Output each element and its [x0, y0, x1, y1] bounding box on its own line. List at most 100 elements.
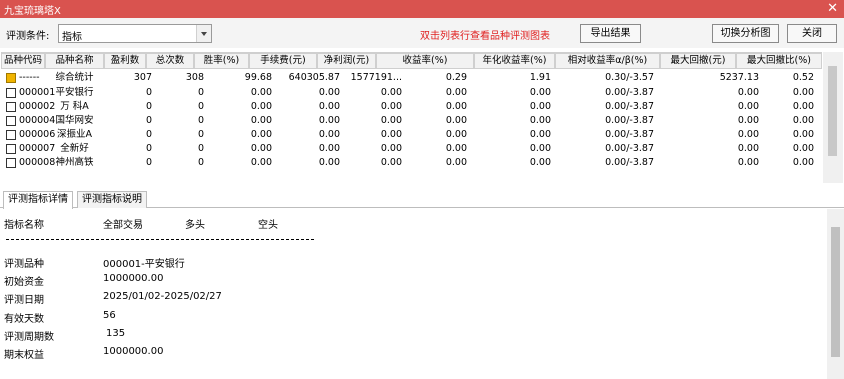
cell-name: 深振业A	[57, 129, 92, 140]
cell-annual: 0.00	[529, 129, 551, 140]
detail-label: 评测日期	[4, 295, 44, 306]
checkbox-icon[interactable]	[6, 130, 16, 140]
cell-relative: 0.00/-3.87	[605, 87, 654, 98]
cell-name: 国华网安	[55, 115, 94, 126]
condition-select[interactable]: 指标	[58, 24, 212, 43]
cell-return: 0.00	[445, 101, 467, 112]
cell-return: 0.00	[445, 87, 467, 98]
hint-text: 双击列表行查看品种评测图表	[420, 31, 550, 42]
cell-return: 0.29	[445, 72, 467, 83]
detail-header-short: 空头	[258, 220, 278, 231]
detail-value: 2025/01/02-2025/02/27	[103, 291, 222, 302]
cell-annual: 0.00	[529, 101, 551, 112]
condition-label: 评测条件:	[6, 31, 50, 42]
col-header[interactable]: 年化收益率(%)	[474, 53, 555, 69]
col-header[interactable]: 盈利数	[104, 53, 146, 69]
export-button[interactable]: 导出结果	[580, 24, 641, 43]
detail-value: 135	[106, 328, 126, 339]
tab-metric-description[interactable]: 评测指标说明	[77, 191, 147, 208]
cell-annual: 0.00	[529, 143, 551, 154]
table-row[interactable]: 000004 国华网安 0 0 0.00 0.00 0.00 0.00 0.00…	[1, 114, 822, 128]
cell-relative: 0.00/-3.87	[605, 157, 654, 168]
checkbox-icon[interactable]	[6, 116, 16, 126]
checkbox-icon[interactable]	[6, 144, 16, 154]
col-header[interactable]: 总次数	[146, 53, 194, 69]
detail-scrollbar-thumb[interactable]	[831, 227, 840, 357]
col-header[interactable]: 最大回撤比(%)	[736, 53, 822, 69]
checkbox-icon[interactable]	[6, 102, 16, 112]
detail-value: 56	[103, 310, 116, 321]
chevron-down-icon[interactable]	[196, 25, 211, 42]
cell-annual: 0.00	[529, 115, 551, 126]
table-row[interactable]: 000007 全新好 0 0 0.00 0.00 0.00 0.00 0.00 …	[1, 142, 822, 156]
cell-relative: 0.00/-3.87	[605, 101, 654, 112]
cell-maxddr: 0.00	[792, 143, 814, 154]
cell-name: 神州高铁	[55, 157, 94, 168]
cell-name: 综合统计	[55, 72, 94, 83]
detail-header-long: 多头	[185, 220, 205, 231]
table-scrollbar[interactable]	[823, 52, 843, 183]
title-bar: 九宝琉璃塔X ✕	[0, 0, 844, 18]
cell-name: 全新好	[60, 143, 89, 154]
cell-relative: 0.00/-3.87	[605, 129, 654, 140]
table-row[interactable]: 000006 深振业A 0 0 0.00 0.00 0.00 0.00 0.00…	[1, 128, 822, 142]
cell-relative: 0.30/-3.57	[605, 72, 654, 83]
table-row[interactable]: 000008 神州高铁 0 0 0.00 0.00 0.00 0.00 0.00…	[1, 156, 822, 170]
detail-label: 评测品种	[4, 259, 44, 270]
detail-label: 期末权益	[4, 350, 44, 361]
table-scrollbar-thumb[interactable]	[828, 66, 837, 156]
cell-relative: 0.00/-3.87	[605, 115, 654, 126]
checkbox-icon[interactable]	[6, 158, 16, 168]
detail-label: 评测周期数	[4, 332, 54, 343]
cell-maxddr: 0.00	[792, 129, 814, 140]
col-header[interactable]: 最大回撤(元)	[660, 53, 736, 69]
col-header[interactable]: 净利润(元)	[317, 53, 376, 69]
cell-relative: 0.00/-3.87	[605, 143, 654, 154]
detail-value: 1000000.00	[103, 273, 164, 284]
table-header: 品种代码 品种名称 盈利数 总次数 胜率(%) 手续费(元) 净利润(元) 收益…	[1, 53, 822, 69]
cell-name: 平安银行	[55, 87, 94, 98]
col-header[interactable]: 品种名称	[45, 53, 104, 69]
condition-select-value: 指标	[62, 32, 82, 43]
col-header[interactable]: 收益率(%)	[376, 53, 474, 69]
detail-label: 有效天数	[4, 314, 44, 325]
tab-metric-details[interactable]: 评测指标详情	[3, 191, 73, 209]
detail-value: 000001-平安银行	[103, 259, 185, 270]
detail-divider	[6, 239, 314, 240]
cell-maxddr: 0.00	[792, 101, 814, 112]
detail-tabs: 评测指标详情 评测指标说明	[0, 190, 844, 209]
detail-header-metric: 指标名称	[4, 220, 44, 231]
table-row[interactable]: 000002 万 科A 0 0 0.00 0.00 0.00 0.00 0.00…	[1, 100, 822, 114]
col-header[interactable]: 相对收益率α/β(%)	[555, 53, 660, 69]
detail-scrollbar[interactable]	[827, 209, 844, 379]
cell-annual: 0.00	[529, 87, 551, 98]
detail-value: 1000000.00	[103, 346, 164, 357]
close-button[interactable]: 关闭	[787, 24, 837, 43]
cell-code: ------	[19, 72, 40, 83]
summary-icon	[6, 73, 16, 83]
results-table: 品种代码 品种名称 盈利数 总次数 胜率(%) 手续费(元) 净利润(元) 收益…	[1, 52, 822, 183]
window-close-icon[interactable]: ✕	[827, 0, 838, 18]
checkbox-icon[interactable]	[6, 88, 16, 98]
cell-annual: 1.91	[529, 72, 551, 83]
switch-chart-button[interactable]: 切换分析图	[712, 24, 779, 43]
cell-return: 0.00	[445, 129, 467, 140]
detail-panel: 指标名称 全部交易 多头 空头 评测品种 000001-平安银行 初始资金 10…	[0, 209, 826, 379]
cell-maxddr: 0.00	[792, 87, 814, 98]
cell-maxddr: 0.52	[792, 72, 814, 83]
col-header[interactable]: 胜率(%)	[194, 53, 249, 69]
cell-return: 0.00	[445, 157, 467, 168]
cell-return: 0.00	[445, 115, 467, 126]
detail-header-all: 全部交易	[103, 220, 143, 231]
window-title: 九宝琉璃塔X	[4, 6, 61, 17]
table-row-summary[interactable]: ------ 综合统计 307 308 99.68 640305.87 1577…	[1, 71, 822, 85]
table-row[interactable]: 000001 平安银行 0 0 0.00 0.00 0.00 0.00 0.00…	[1, 86, 822, 100]
cell-maxddr: 0.00	[792, 115, 814, 126]
cell-name: 万 科A	[60, 101, 89, 112]
cell-return: 0.00	[445, 143, 467, 154]
col-header[interactable]: 手续费(元)	[249, 53, 317, 69]
toolbar: 评测条件: 指标 双击列表行查看品种评测图表 导出结果 切换分析图 关闭	[0, 18, 844, 48]
detail-label: 初始资金	[4, 277, 44, 288]
col-header[interactable]: 品种代码	[1, 53, 45, 69]
cell-annual: 0.00	[529, 157, 551, 168]
